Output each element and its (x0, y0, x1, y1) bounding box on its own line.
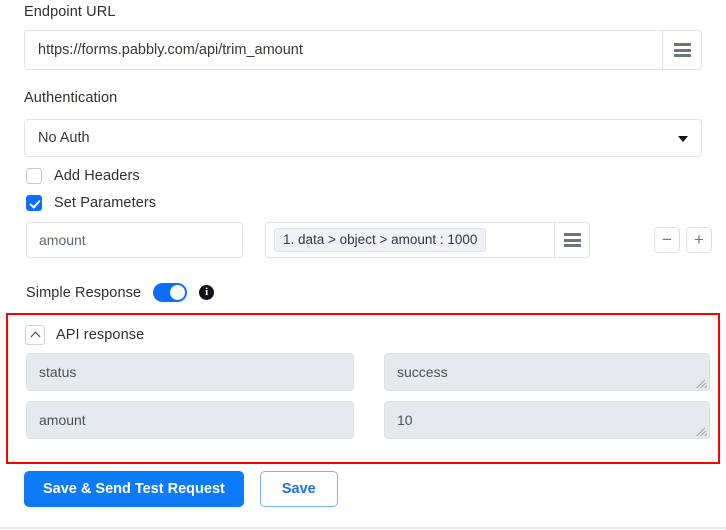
api-response-header: API response (25, 325, 144, 345)
api-action-settings-panel: Endpoint URL https://forms.pabbly.com/ap… (0, 0, 726, 530)
api-response-value-field: success (384, 353, 710, 391)
simple-response-label: Simple Response (26, 284, 142, 301)
chevron-up-icon (30, 331, 40, 342)
add-headers-checkbox[interactable] (26, 168, 42, 184)
add-parameter-button[interactable]: + (686, 227, 712, 253)
api-response-title: API response (56, 327, 145, 343)
info-icon[interactable]: i (199, 285, 215, 300)
authentication-label: Authentication (24, 90, 118, 106)
api-response-value-text: success (397, 364, 448, 380)
endpoint-url-row: https://forms.pabbly.com/api/trim_amount (24, 30, 702, 70)
parameter-value-row: 1. data > object > amount : 1000 (265, 222, 590, 258)
resize-handle-icon[interactable] (696, 425, 707, 436)
set-parameters-checkbox[interactable] (26, 195, 42, 211)
endpoint-url-menu-button[interactable] (662, 30, 702, 70)
api-response-key-field: amount (26, 401, 354, 439)
mapped-value-chip[interactable]: 1. data > object > amount : 1000 (274, 228, 487, 252)
save-and-send-test-request-button[interactable]: Save & Send Test Request (24, 471, 244, 507)
api-response-row: status success (26, 353, 710, 391)
resize-handle-icon[interactable] (696, 377, 707, 388)
api-response-key-field: status (26, 353, 354, 391)
footer-buttons: Save & Send Test Request Save (24, 471, 338, 507)
authentication-select[interactable]: No Auth (24, 119, 702, 157)
simple-response-row: Simple Response i (26, 283, 215, 302)
set-parameters-row[interactable]: Set Parameters (26, 195, 156, 211)
parameter-value-input[interactable]: 1. data > object > amount : 1000 (265, 222, 554, 258)
save-button[interactable]: Save (259, 471, 338, 507)
remove-parameter-button[interactable]: − (654, 227, 680, 253)
add-headers-row[interactable]: Add Headers (26, 168, 140, 184)
api-response-value-field: 10 (384, 401, 710, 439)
add-headers-label: Add Headers (54, 168, 140, 184)
simple-response-toggle[interactable] (153, 283, 188, 302)
api-response-collapse-button[interactable] (25, 325, 45, 345)
set-parameters-label: Set Parameters (54, 195, 157, 211)
authentication-selected-value: No Auth (38, 130, 90, 146)
caret-down-icon (678, 136, 688, 142)
plus-icon: + (694, 229, 704, 249)
parameter-key-input[interactable]: amount (26, 222, 243, 258)
panel-bottom-divider (0, 527, 726, 529)
api-response-value-text: 10 (397, 412, 413, 428)
minus-icon: − (662, 229, 672, 249)
hamburger-icon (673, 43, 691, 57)
api-response-fields: status success amount 10 (26, 353, 710, 449)
parameter-value-menu-button[interactable] (554, 222, 590, 258)
endpoint-url-label: Endpoint URL (24, 4, 116, 20)
hamburger-icon (563, 233, 581, 247)
endpoint-url-input[interactable]: https://forms.pabbly.com/api/trim_amount (24, 30, 662, 70)
api-response-row: amount 10 (26, 401, 710, 439)
